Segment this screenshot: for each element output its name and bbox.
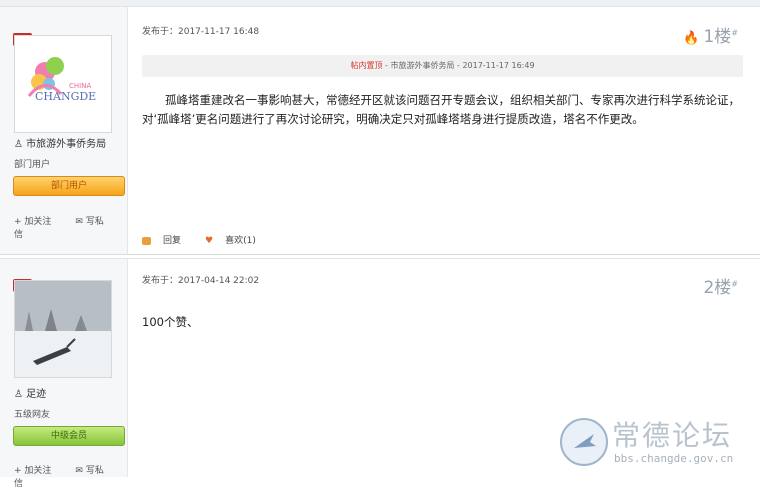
forum-watermark: 常德论坛 bbs.changde.gov.cn (554, 414, 754, 470)
reply-label[interactable]: 回复 (163, 236, 181, 246)
badge-label: 中级会员 (50, 431, 87, 441)
post-content: 发布于：2017-11-17 16:48 🔥 1楼# 帖内置顶 - 市旅游外事侨务… (128, 7, 760, 254)
username[interactable]: ♙ 市旅游外事侨务局 (14, 135, 106, 150)
rank-badge: 中级会员 (13, 426, 125, 446)
badge-label: 部门用户 (50, 181, 87, 191)
post-body: 孤峰塔重建改名一事影响甚大，常德经开区就该问题召开专题会议，组织相关部门、专家再… (142, 93, 740, 126)
user-group: 部门用户 (14, 160, 51, 170)
top-divider (0, 0, 760, 7)
post-time: 发布于：2017-11-17 16:48 (142, 27, 260, 37)
floor-number[interactable]: 🔥 1楼# (683, 22, 738, 47)
forum-seal-icon (560, 418, 608, 466)
follow-button[interactable]: + 加关注 (14, 466, 63, 476)
logo-text-china: CHINA (69, 82, 91, 90)
post-body: 100个赞、 (142, 315, 199, 329)
like-label[interactable]: 喜欢(1) (225, 236, 256, 246)
reply-icon (142, 236, 151, 245)
watermark-url: bbs.changde.gov.cn (614, 452, 734, 465)
floor-number[interactable]: 2楼# (703, 273, 738, 298)
flame-icon: 🔥 (683, 31, 700, 46)
watermark-title: 常德论坛 (612, 419, 733, 452)
post-actions: 回复 ♥ 喜欢(1) (142, 233, 280, 246)
avatar[interactable]: CHINA CHANGDE (14, 35, 112, 133)
sticky-notice: 帖内置顶 - 市旅游外事侨务局 - 2017-11-17 16:49 (142, 55, 743, 77)
snow-landscape-avatar (15, 281, 111, 377)
avatar[interactable] (14, 280, 112, 378)
changde-logo: CHINA CHANGDE (15, 36, 111, 132)
post-floor-1: 员 CHINA CHANGDE ♙ 市旅游外事侨务局 部门用户 部门用户 + 加… (0, 7, 760, 255)
user-actions: + 加关注 ✉ 写私信 (14, 214, 127, 240)
logo-text-changde: CHANGDE (35, 90, 96, 103)
post-time: 发布于：2017-04-14 22:02 (142, 276, 260, 286)
username-text[interactable]: 市旅游外事侨务局 (26, 139, 106, 150)
reply-button[interactable]: 回复 (142, 236, 193, 246)
follow-button[interactable]: + 加关注 (14, 217, 63, 227)
follow-label[interactable]: 加关注 (24, 217, 51, 227)
floor-label[interactable]: 1楼 (703, 27, 731, 47)
author-sidebar: 员 CHINA CHANGDE ♙ 市旅游外事侨务局 部门用户 部门用户 + 加… (0, 7, 128, 254)
heart-icon: ♥ (205, 236, 214, 246)
sticky-time: 2017-11-17 16:49 (462, 61, 535, 70)
sticky-label: 帖内置顶 (350, 61, 383, 70)
rank-badge: 部门用户 (13, 176, 125, 196)
like-button[interactable]: ♥ 喜欢(1) (205, 236, 268, 246)
follow-label[interactable]: 加关注 (24, 466, 51, 476)
user-group: 五级网友 (14, 410, 51, 420)
floor-label[interactable]: 2楼 (703, 278, 731, 298)
username[interactable]: ♙ 足迹 (14, 385, 46, 400)
username-text[interactable]: 足迹 (26, 389, 46, 400)
sticky-author[interactable]: 市旅游外事侨务局 (390, 61, 454, 70)
user-actions: + 加关注 ✉ 写私信 (14, 463, 127, 489)
author-sidebar: 员 ♙ 足迹 五级网友 中级会员 + 加关注✉ 写私信 (0, 259, 128, 489)
